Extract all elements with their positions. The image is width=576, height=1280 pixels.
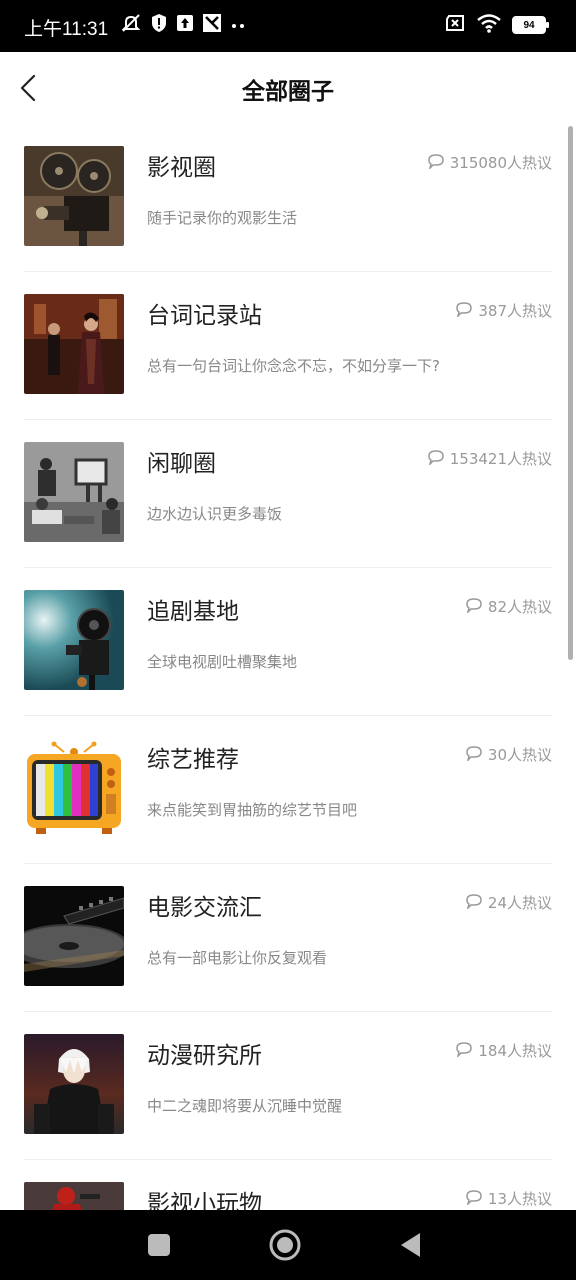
retro-tv-thumbnail	[24, 738, 124, 838]
circle-name: 影视小玩物	[147, 1191, 262, 1210]
circle-item-movie-exchange[interactable]: 电影交流汇 总有一部电影让你反复观看 24人热议	[24, 864, 552, 1012]
circle-desc: 全球电视剧吐槽聚集地	[147, 653, 298, 671]
alert-shield-icon	[150, 12, 168, 38]
circle-item-anime[interactable]: 动漫研究所 中二之魂即将要从沉睡中觉醒 184人热议	[24, 1012, 552, 1160]
battery-icon: 94	[512, 16, 549, 34]
circle-item-film[interactable]: 影视圈 随手记录你的观影生活 315080人热议	[24, 124, 552, 272]
circle-item-drama[interactable]: 追剧基地 全球电视剧吐槽聚集地 82人热议	[24, 568, 552, 716]
status-bar: 上午11:31 94	[0, 0, 576, 52]
circle-name: 影视圈	[147, 155, 216, 181]
status-icons-right: 94	[444, 12, 549, 38]
circle-desc: 来点能笑到胃抽筋的综艺节目吧	[147, 801, 358, 819]
comment-icon	[465, 745, 483, 765]
upload-icon	[176, 13, 194, 37]
circle-name: 动漫研究所	[147, 1043, 262, 1069]
circle-name: 综艺推荐	[147, 747, 239, 773]
header: 全部圈子	[0, 52, 576, 124]
circle-desc: 随手记录你的观影生活	[147, 209, 298, 227]
circle-name: 追剧基地	[147, 599, 239, 625]
sim-error-icon	[444, 14, 466, 36]
circle-desc: 总有一部电影让你反复观看	[147, 949, 328, 967]
comment-icon	[465, 893, 483, 913]
anime-character-thumbnail	[24, 1034, 124, 1134]
comment-icon	[455, 301, 473, 321]
circle-count: 13人热议	[465, 1188, 552, 1209]
recent-apps-icon[interactable]	[142, 1228, 176, 1262]
circle-item-variety[interactable]: 综艺推荐 来点能笑到胃抽筋的综艺节目吧 30人热议	[24, 716, 552, 864]
home-icon[interactable]	[268, 1228, 302, 1262]
circle-count-text: 82人热议	[487, 598, 552, 616]
comment-icon	[427, 449, 445, 469]
circle-count-text: 13人热议	[487, 1190, 552, 1208]
circle-count: 184人热议	[455, 1040, 552, 1061]
circle-name: 电影交流汇	[147, 895, 262, 921]
circle-desc: 总有一句台词让你念念不忘，不如分享一下?	[147, 357, 440, 375]
circle-count-text: 184人热议	[478, 1042, 552, 1060]
circle-list[interactable]: 影视圈 随手记录你的观影生活 315080人热议 台词记录站 总有一句台词让你念…	[0, 124, 576, 1210]
comment-icon	[427, 153, 445, 173]
scrollbar[interactable]	[568, 126, 573, 660]
circle-item-toys[interactable]: 影视小玩物 13人热议	[24, 1160, 552, 1210]
circle-item-quotes[interactable]: 台词记录站 总有一句台词让你念念不忘，不如分享一下? 387人热议	[24, 272, 552, 420]
back-triangle-icon[interactable]	[394, 1228, 428, 1262]
circle-count: 153421人热议	[427, 448, 552, 469]
movie-still-thumbnail	[24, 294, 124, 394]
wifi-icon	[476, 13, 502, 37]
app-icon	[202, 13, 222, 37]
page-title: 全部圈子	[242, 79, 334, 105]
circle-count: 315080人热议	[427, 152, 552, 173]
circle-count: 82人热议	[465, 596, 552, 617]
comment-icon	[465, 1189, 483, 1209]
circle-count-text: 153421人热议	[449, 450, 552, 468]
battery-level: 94	[523, 19, 535, 31]
family-tv-thumbnail	[24, 442, 124, 542]
film-reel-thumbnail	[24, 886, 124, 986]
comment-icon	[465, 597, 483, 617]
circle-item-chat[interactable]: 闲聊圈 边水边认识更多毒饭 153421人热议	[24, 420, 552, 568]
circle-name: 闲聊圈	[147, 451, 216, 477]
circle-count-text: 387人热议	[478, 302, 552, 320]
status-icons-left	[120, 12, 246, 38]
status-time: 上午11:31	[24, 19, 109, 40]
mute-bell-icon	[120, 12, 142, 38]
circle-desc: 边水边认识更多毒饭	[147, 505, 283, 523]
circle-count: 30人热议	[465, 744, 552, 765]
more-dots-icon	[230, 16, 246, 35]
comment-icon	[455, 1041, 473, 1061]
circle-name: 台词记录站	[147, 303, 262, 329]
circle-count-text: 24人热议	[487, 894, 552, 912]
circle-desc: 中二之魂即将要从沉睡中觉醒	[147, 1097, 343, 1115]
circle-count-text: 30人热议	[487, 746, 552, 764]
navigation-bar	[0, 1210, 576, 1280]
figure-toy-thumbnail	[24, 1182, 124, 1210]
circle-count: 387人热议	[455, 300, 552, 321]
film-projector-light-thumbnail	[24, 590, 124, 690]
circle-count-text: 315080人热议	[449, 154, 552, 172]
projector-thumbnail	[24, 146, 124, 246]
circle-count: 24人热议	[465, 892, 552, 913]
